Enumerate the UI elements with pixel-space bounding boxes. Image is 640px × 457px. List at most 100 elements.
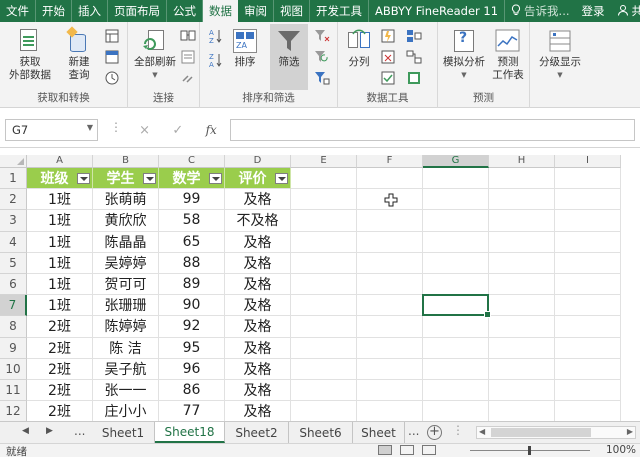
- empty-cell[interactable]: [555, 358, 621, 380]
- empty-cell[interactable]: [555, 401, 621, 421]
- connections-icon[interactable]: [180, 28, 196, 44]
- sort-button[interactable]: ZA 排序: [228, 28, 262, 69]
- tab-formulas[interactable]: 公式: [167, 0, 203, 22]
- zoom-slider[interactable]: [470, 446, 590, 455]
- filter-dropdown-icon[interactable]: [77, 173, 90, 184]
- recent-sources-icon[interactable]: [104, 70, 120, 86]
- empty-cell[interactable]: [423, 252, 489, 274]
- table-cell[interactable]: 95: [159, 337, 225, 359]
- table-cell[interactable]: 黄欣欣: [93, 210, 159, 232]
- column-header-b[interactable]: B: [93, 155, 159, 168]
- table-cell[interactable]: 及格: [225, 401, 291, 421]
- empty-cell[interactable]: [489, 337, 555, 359]
- sheet-tab-sheet18[interactable]: Sheet18: [155, 422, 225, 443]
- empty-cell[interactable]: [555, 252, 621, 274]
- data-validation-icon[interactable]: [380, 70, 396, 86]
- filter-dropdown-icon[interactable]: [275, 173, 288, 184]
- remove-duplicates-icon[interactable]: [380, 49, 396, 65]
- table-cell[interactable]: 张萌萌: [93, 189, 159, 211]
- add-sheet-button[interactable]: +: [427, 425, 442, 440]
- empty-cell[interactable]: [423, 401, 489, 421]
- table-cell[interactable]: 贺可可: [93, 274, 159, 296]
- row-header-10[interactable]: 10: [0, 358, 27, 380]
- empty-cell[interactable]: [291, 316, 357, 338]
- table-cell[interactable]: 92: [159, 316, 225, 338]
- empty-cell[interactable]: [555, 168, 621, 190]
- filter-button[interactable]: 筛选: [270, 24, 308, 90]
- table-cell[interactable]: 及格: [225, 189, 291, 211]
- row-header-7[interactable]: 7: [0, 295, 27, 317]
- relationships-icon[interactable]: [406, 49, 422, 65]
- table-cell[interactable]: 1班: [27, 295, 93, 317]
- empty-cell[interactable]: [555, 316, 621, 338]
- empty-cell[interactable]: [291, 189, 357, 211]
- table-header-cell[interactable]: 数学: [159, 168, 225, 190]
- empty-cell[interactable]: [291, 337, 357, 359]
- consolidate-icon[interactable]: [406, 28, 422, 44]
- empty-cell[interactable]: [489, 168, 555, 190]
- row-header-1[interactable]: 1: [0, 168, 27, 190]
- sort-az-icon[interactable]: AZ: [208, 28, 224, 45]
- empty-cell[interactable]: [357, 168, 423, 190]
- empty-cell[interactable]: [423, 358, 489, 380]
- table-cell[interactable]: 吴子航: [93, 358, 159, 380]
- table-header-cell[interactable]: 评价: [225, 168, 291, 190]
- empty-cell[interactable]: [555, 337, 621, 359]
- more-sheets-right[interactable]: ...: [408, 424, 419, 438]
- scroll-right-icon[interactable]: ▶: [627, 427, 633, 436]
- row-header-2[interactable]: 2: [0, 189, 27, 211]
- table-cell[interactable]: 及格: [225, 252, 291, 274]
- empty-cell[interactable]: [423, 337, 489, 359]
- table-cell[interactable]: 2班: [27, 316, 93, 338]
- table-cell[interactable]: 1班: [27, 274, 93, 296]
- spreadsheet-grid[interactable]: A B C D E F G H I 1 班级 学生 数学 评价 2 1班 张萌萌 99 及格 3 1班 黄欣欣 58 不及格 4…: [0, 155, 640, 421]
- sheet-tab-sheet2[interactable]: Sheet2: [225, 422, 289, 443]
- column-header-a[interactable]: A: [27, 155, 93, 168]
- scroll-left-icon[interactable]: ◀: [479, 427, 485, 436]
- empty-cell[interactable]: [423, 189, 489, 211]
- table-cell[interactable]: 及格: [225, 337, 291, 359]
- empty-cell[interactable]: [357, 401, 423, 421]
- empty-cell[interactable]: [489, 295, 555, 317]
- sheet-tab-sheet1[interactable]: Sheet1: [92, 422, 155, 443]
- tab-developer[interactable]: 开发工具: [310, 0, 369, 22]
- cancel-icon[interactable]: ×: [139, 123, 150, 138]
- empty-cell[interactable]: [357, 337, 423, 359]
- table-cell[interactable]: 1班: [27, 252, 93, 274]
- table-cell[interactable]: 张一一: [93, 380, 159, 402]
- new-query-button[interactable]: 新建 查询: [60, 26, 98, 82]
- empty-cell[interactable]: [357, 274, 423, 296]
- empty-cell[interactable]: [489, 252, 555, 274]
- empty-cell[interactable]: [423, 274, 489, 296]
- login-link[interactable]: 登录: [576, 0, 611, 22]
- row-header-9[interactable]: 9: [0, 337, 27, 359]
- row-header-5[interactable]: 5: [0, 252, 27, 274]
- empty-cell[interactable]: [489, 210, 555, 232]
- table-cell[interactable]: 及格: [225, 358, 291, 380]
- table-cell[interactable]: 1班: [27, 189, 93, 211]
- empty-cell[interactable]: [291, 358, 357, 380]
- data-model-icon[interactable]: [406, 70, 422, 86]
- sheet-tab-sheet[interactable]: Sheet: [353, 422, 405, 443]
- tab-home[interactable]: 开始: [36, 0, 72, 22]
- zoom-level[interactable]: 100%: [606, 444, 636, 456]
- empty-cell[interactable]: [555, 274, 621, 296]
- table-header-cell[interactable]: 学生: [93, 168, 159, 190]
- normal-view-icon[interactable]: [378, 445, 392, 455]
- sheet-tab-sheet6[interactable]: Sheet6: [289, 422, 353, 443]
- table-cell[interactable]: 及格: [225, 231, 291, 253]
- table-cell[interactable]: 1班: [27, 210, 93, 232]
- flash-fill-icon[interactable]: [380, 28, 396, 44]
- table-cell[interactable]: 及格: [225, 316, 291, 338]
- from-table-icon[interactable]: [104, 49, 120, 65]
- empty-cell[interactable]: [489, 231, 555, 253]
- table-cell[interactable]: 不及格: [225, 210, 291, 232]
- table-cell[interactable]: 2班: [27, 337, 93, 359]
- table-cell[interactable]: 吴婷婷: [93, 252, 159, 274]
- row-header-12[interactable]: 12: [0, 401, 27, 421]
- more-sheets-left[interactable]: ...: [74, 424, 85, 438]
- empty-cell[interactable]: [291, 295, 357, 317]
- empty-cell[interactable]: [291, 210, 357, 232]
- empty-cell[interactable]: [489, 189, 555, 211]
- properties-icon[interactable]: [180, 49, 196, 65]
